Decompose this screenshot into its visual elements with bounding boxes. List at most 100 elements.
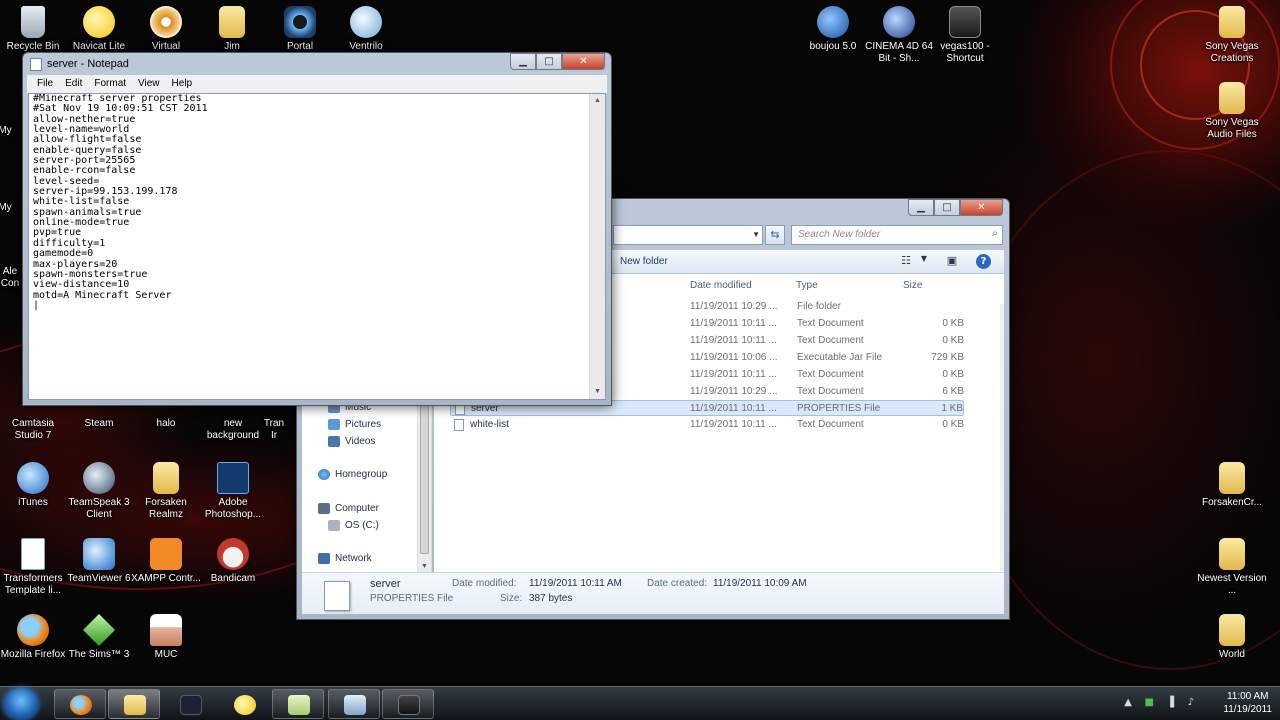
maximize-button[interactable]: □ bbox=[934, 199, 960, 216]
menu-help[interactable]: Help bbox=[172, 78, 193, 90]
sims-icon bbox=[83, 614, 115, 646]
search-placeholder: Search New folder bbox=[798, 229, 881, 240]
taskbar-notepad[interactable] bbox=[272, 689, 324, 719]
chevron-down-icon[interactable]: ▼ bbox=[916, 254, 932, 268]
nav-item-videos[interactable]: Videos bbox=[328, 436, 375, 447]
desktop-icon-forsaken-realmz[interactable]: Forsaken Realmz bbox=[131, 462, 201, 521]
taskbar-firefox[interactable] bbox=[54, 689, 106, 719]
details-size-label: Size: bbox=[500, 593, 523, 604]
notepad-window[interactable]: server - Notepad ▁ □ ✕ File Edit Format … bbox=[22, 52, 612, 406]
address-bar[interactable]: ▼ bbox=[613, 225, 763, 245]
bandicam-icon bbox=[217, 538, 249, 570]
column-header-type[interactable]: Type bbox=[796, 280, 818, 291]
taskbar-app-6[interactable] bbox=[328, 689, 380, 719]
desktop-icon-xampp[interactable]: XAMPP Contr... bbox=[131, 538, 201, 585]
cake-icon bbox=[150, 614, 182, 646]
menu-file[interactable]: File bbox=[37, 78, 53, 90]
search-input[interactable]: Search New folder ⌕ bbox=[791, 225, 1003, 245]
desktop-icon-boujou[interactable]: boujou 5.0 bbox=[798, 6, 868, 53]
chevron-down-icon[interactable]: ▼ bbox=[752, 230, 760, 239]
nav-item-homegroup[interactable]: Homegroup bbox=[318, 469, 387, 480]
close-button[interactable]: ✕ bbox=[562, 53, 605, 70]
desktop-icon-itunes[interactable]: iTunes bbox=[0, 462, 68, 509]
preview-pane-icon[interactable]: ▣ bbox=[944, 254, 960, 268]
desktop-icon-navicat-lite[interactable]: Navicat Lite bbox=[64, 6, 134, 53]
close-button[interactable]: ✕ bbox=[960, 199, 1003, 216]
homegroup-icon bbox=[318, 469, 330, 480]
start-button[interactable] bbox=[4, 688, 38, 720]
notepad-scrollbar[interactable]: ▲ ▼ bbox=[589, 94, 605, 399]
network-tray-icon[interactable]: ■ bbox=[1145, 697, 1154, 708]
desktop-icon-cinema4d[interactable]: CINEMA 4D 64 Bit - Sh... bbox=[864, 6, 934, 65]
clonedrive-icon bbox=[150, 6, 182, 38]
desktop-icon-muc[interactable]: MUC bbox=[131, 614, 201, 661]
scroll-down-icon[interactable]: ▼ bbox=[590, 385, 605, 399]
taskbar-app-3[interactable] bbox=[164, 689, 216, 719]
desktop-icon-vegas100[interactable]: vegas100 - Shortcut bbox=[930, 6, 1000, 65]
desktop-icon-sims3[interactable]: The Sims™ 3 bbox=[64, 614, 134, 661]
desktop-icon-teamspeak[interactable]: TeamSpeak 3 Client bbox=[64, 462, 134, 521]
view-options-icon[interactable]: ☷ bbox=[898, 254, 914, 268]
desktop-icon-sony-vegas-audio[interactable]: Sony Vegas Audio Files bbox=[1197, 82, 1267, 141]
desktop-icon-recycle-bin[interactable]: Recycle Bin bbox=[0, 6, 68, 53]
taskbar-navicat[interactable] bbox=[218, 689, 270, 719]
drive-icon bbox=[328, 520, 340, 531]
desktop-icon-transformers-template[interactable]: Transformers Template li... bbox=[0, 538, 68, 597]
volume-icon[interactable]: ♪ bbox=[1188, 697, 1194, 708]
nav-item-pictures[interactable]: Pictures bbox=[328, 419, 381, 430]
desktop-icon-forsakencr[interactable]: ForsakenCr... bbox=[1197, 462, 1267, 509]
taskbar: ▲ ■ ▐ ♪ 11:00 AM 11/19/2011 bbox=[0, 686, 1280, 720]
desktop-icon-photoshop[interactable]: Adobe Photoshop... bbox=[198, 462, 268, 521]
desktop-icon-halo[interactable]: halo bbox=[131, 418, 201, 430]
network-icon bbox=[318, 553, 330, 564]
desktop-icon-firefox[interactable]: Mozilla Firefox bbox=[0, 614, 68, 661]
show-hidden-icons-icon[interactable]: ▲ bbox=[1124, 697, 1132, 708]
desktop-icon-newest-version[interactable]: Newest Version ... bbox=[1197, 538, 1267, 597]
nav-scroll-thumb[interactable] bbox=[420, 404, 429, 554]
nav-item-os-c[interactable]: OS (C:) bbox=[328, 520, 379, 531]
scroll-up-icon[interactable]: ▲ bbox=[590, 94, 605, 108]
menu-format[interactable]: Format bbox=[94, 78, 126, 90]
folder-icon bbox=[124, 695, 146, 715]
refresh-button[interactable]: ⇆ bbox=[765, 225, 785, 245]
column-header-date[interactable]: Date modified bbox=[690, 280, 752, 291]
desktop-icon-jim[interactable]: Jim bbox=[197, 6, 267, 53]
folder-icon bbox=[1219, 538, 1245, 570]
desktop-icon-bandicam[interactable]: Bandicam bbox=[198, 538, 268, 585]
desktop-icon-portal[interactable]: Portal bbox=[265, 6, 335, 53]
menu-edit[interactable]: Edit bbox=[65, 78, 82, 90]
file-list-scrollbar[interactable] bbox=[1000, 304, 1004, 572]
desktop-icon-camtasia[interactable]: Camtasia Studio 7 bbox=[0, 418, 68, 442]
desktop-icon-steam[interactable]: Steam bbox=[64, 418, 134, 430]
desktop-icon-partial-ir[interactable]: Ir bbox=[252, 430, 296, 442]
minimize-button[interactable]: ▁ bbox=[908, 199, 934, 216]
scroll-down-icon[interactable]: ▼ bbox=[418, 563, 431, 570]
column-header-size[interactable]: Size bbox=[903, 280, 922, 291]
document-icon bbox=[21, 538, 45, 570]
ventrilo-icon bbox=[350, 6, 382, 38]
details-modified-label: Date modified: bbox=[452, 578, 517, 589]
clock[interactable]: 11:00 AM 11/19/2011 bbox=[1223, 690, 1272, 716]
taskbar-app-7[interactable] bbox=[382, 689, 434, 719]
file-row[interactable]: white-list 11/19/2011 10:11 ... Text Doc… bbox=[450, 417, 964, 433]
nav-item-computer[interactable]: Computer bbox=[318, 503, 379, 514]
new-folder-button[interactable]: New folder bbox=[620, 256, 668, 267]
notepad-text-content[interactable]: #Minecraft server properties #Sat Nov 19… bbox=[31, 94, 587, 399]
firefox-icon bbox=[70, 695, 92, 715]
desktop-icon-sony-vegas-creations[interactable]: Sony Vegas Creations bbox=[1197, 6, 1267, 65]
minimize-button[interactable]: ▁ bbox=[510, 53, 536, 70]
taskbar-explorer[interactable] bbox=[108, 689, 160, 719]
details-created-value: 11/19/2011 10:09 AM bbox=[713, 578, 807, 589]
desktop-icon-world[interactable]: World bbox=[1197, 614, 1267, 661]
menu-view[interactable]: View bbox=[138, 78, 160, 90]
help-icon[interactable]: ? bbox=[976, 254, 991, 269]
desktop-icon-ventrilo[interactable]: Ventrilo bbox=[331, 6, 401, 53]
signal-icon[interactable]: ▐ bbox=[1166, 697, 1174, 708]
desktop-icon-tran[interactable]: Tran bbox=[252, 418, 296, 430]
maximize-button[interactable]: □ bbox=[536, 53, 562, 70]
details-created-label: Date created: bbox=[647, 578, 708, 589]
nav-item-network[interactable]: Network bbox=[318, 553, 372, 564]
search-icon: ⌕ bbox=[992, 228, 998, 239]
notepad-editor[interactable]: #Minecraft server properties #Sat Nov 19… bbox=[28, 93, 606, 400]
desktop-icon-teamviewer[interactable]: TeamViewer 6 bbox=[64, 538, 134, 585]
